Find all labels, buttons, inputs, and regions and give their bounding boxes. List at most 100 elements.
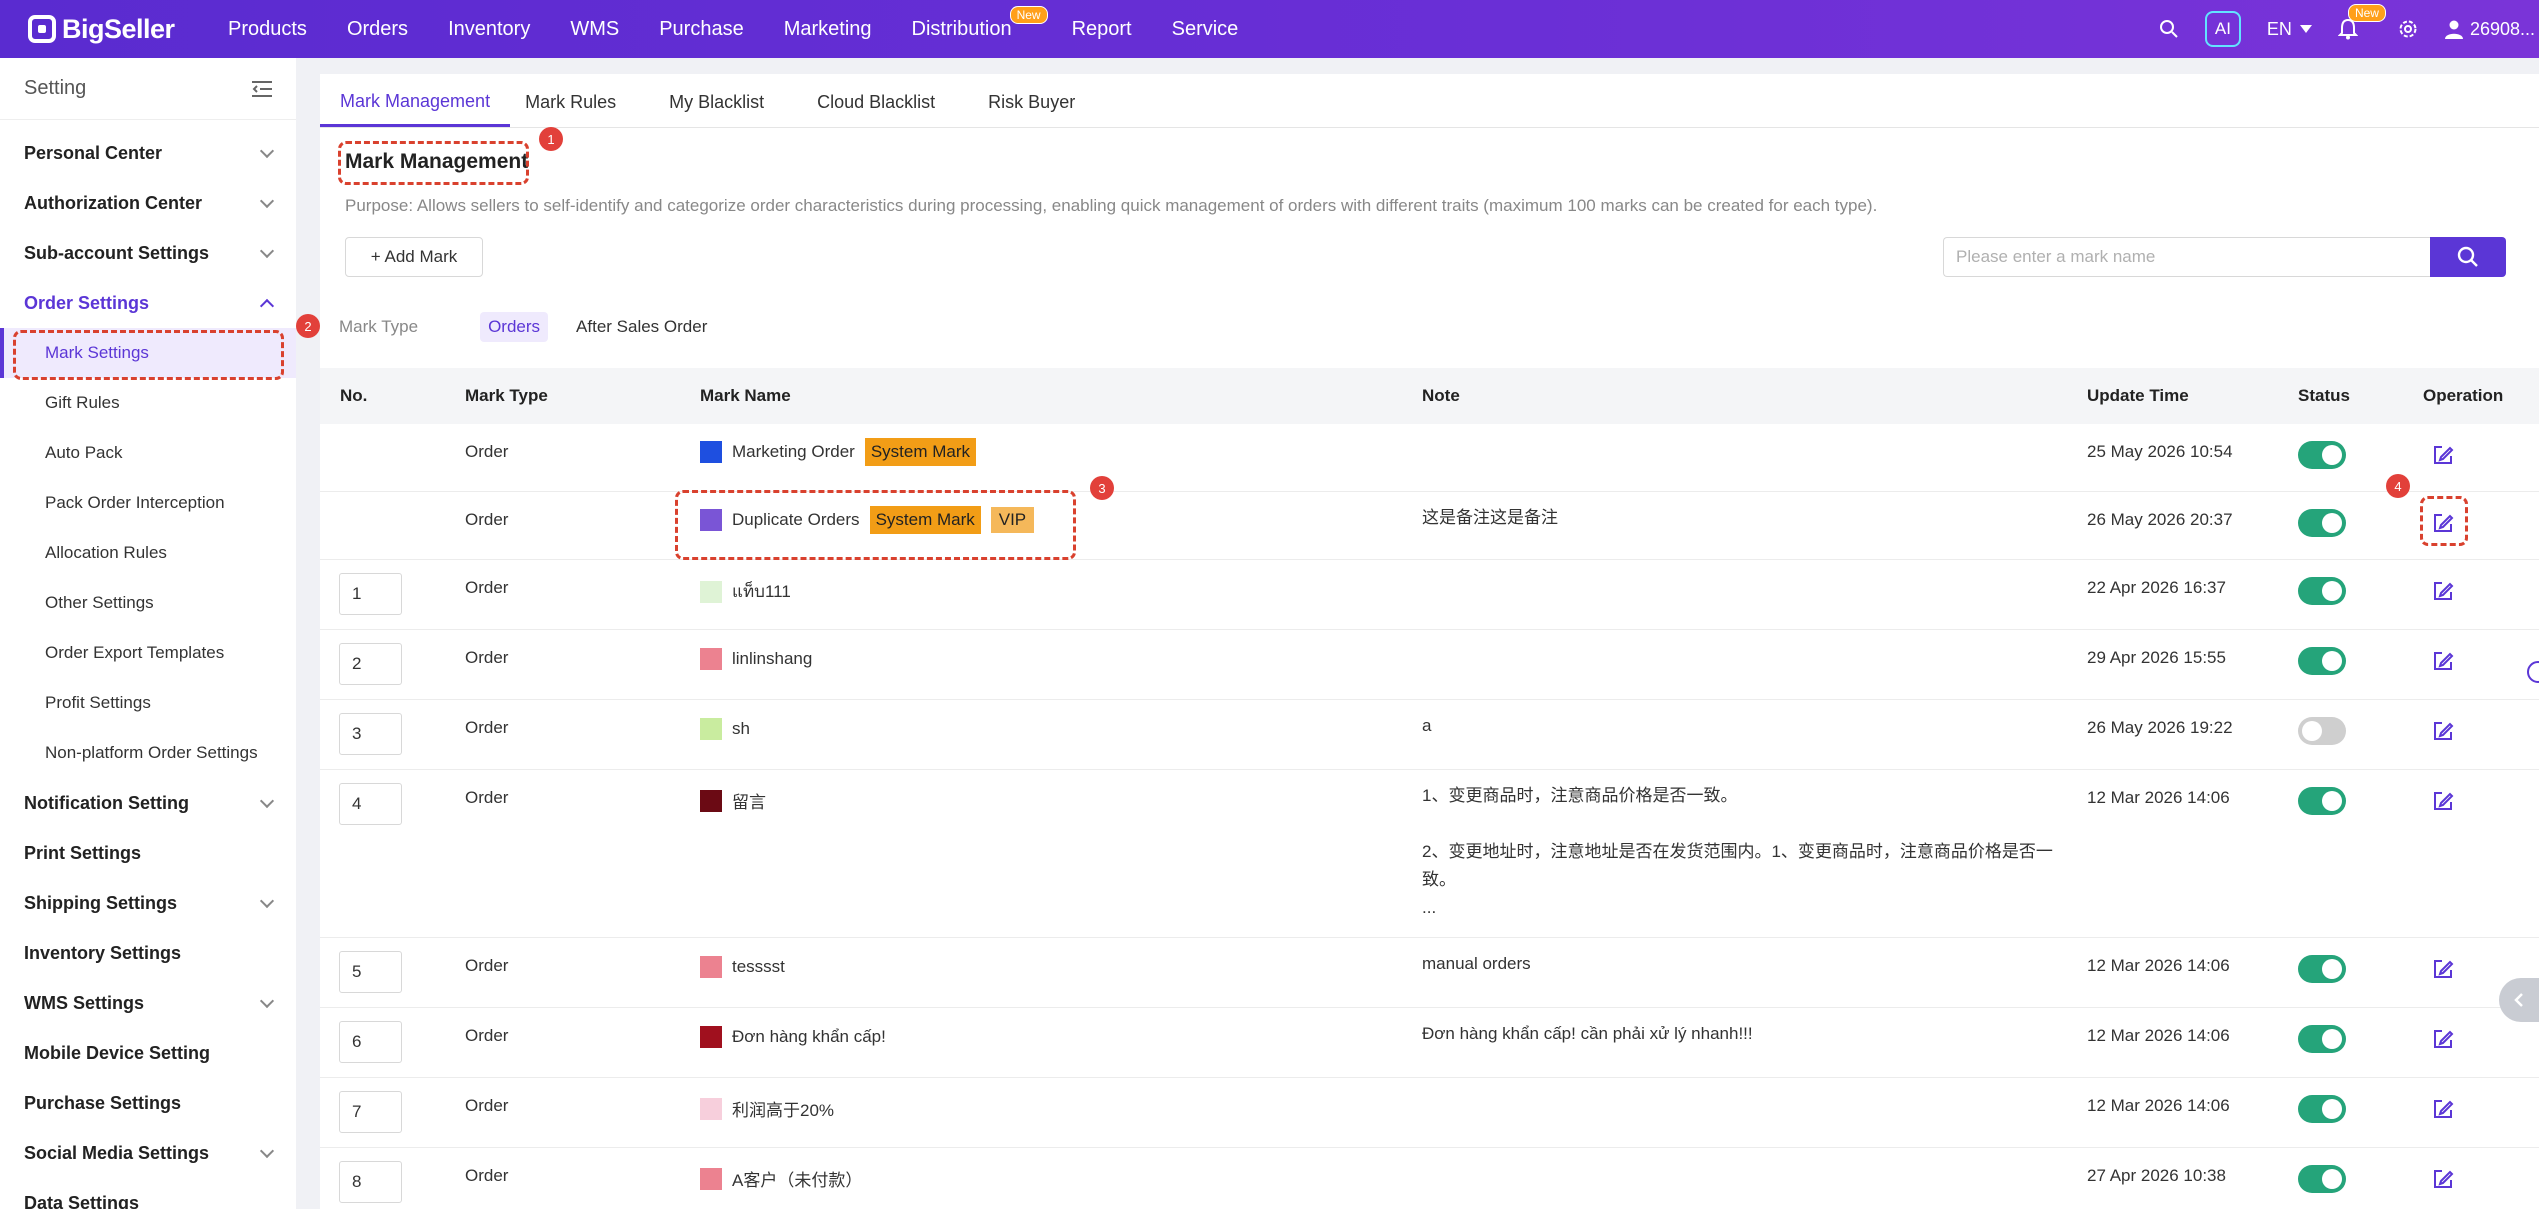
mark-name: linlinshang bbox=[732, 649, 813, 668]
mark-name-cell: 留言 bbox=[700, 788, 766, 813]
update-time-cell: 12 Mar 2026 14:06 bbox=[2087, 956, 2230, 975]
status-toggle[interactable] bbox=[2298, 1165, 2346, 1193]
collapse-side-panel-button[interactable] bbox=[2499, 978, 2539, 1022]
status-toggle[interactable] bbox=[2298, 577, 2346, 605]
sidebar-item-order-export-templates[interactable]: Order Export Templates bbox=[0, 628, 296, 678]
header-status: Status bbox=[2298, 386, 2350, 405]
status-toggle[interactable] bbox=[2298, 1095, 2346, 1123]
status-toggle[interactable] bbox=[2298, 787, 2346, 815]
sidebar-item-other-settings[interactable]: Other Settings bbox=[0, 578, 296, 628]
update-time-cell: 27 Apr 2026 10:38 bbox=[2087, 1166, 2226, 1185]
note-cell: a bbox=[1422, 716, 1432, 735]
status-toggle[interactable] bbox=[2298, 955, 2346, 983]
sidebar-group-order-settings[interactable]: Order Settings bbox=[0, 278, 296, 328]
chevron-up-icon bbox=[259, 298, 275, 313]
sidebar-group-label: Authorization Center bbox=[24, 192, 202, 213]
nav-inventory[interactable]: Inventory bbox=[448, 18, 530, 41]
caret-down-icon bbox=[2299, 25, 2312, 33]
settings-gear-icon[interactable] bbox=[2398, 19, 2418, 39]
tab-my-blacklist[interactable]: My Blacklist bbox=[669, 92, 782, 127]
sidebar-item-pack-order-interception[interactable]: Pack Order Interception bbox=[0, 478, 296, 528]
tab-bar: Mark Management Mark Rules My Blacklist Clo… bbox=[320, 74, 2539, 128]
note-cell: 1、变更商品时，注意商品价格是否一致。 2、变更地址时，注意地址是否在发货范围内… bbox=[1422, 786, 2053, 917]
sidebar-group-sub-account-settings[interactable]: Sub-account Settings bbox=[0, 228, 296, 278]
sidebar-item-gift-rules[interactable]: Gift Rules bbox=[0, 378, 296, 428]
search-icon bbox=[2457, 246, 2478, 267]
chevron-down-icon bbox=[259, 243, 275, 258]
status-toggle[interactable] bbox=[2298, 647, 2346, 675]
sidebar-group-social-media-settings[interactable]: Social Media Settings bbox=[0, 1128, 296, 1178]
edit-icon[interactable] bbox=[2432, 1168, 2454, 1190]
nav-orders[interactable]: Orders bbox=[347, 18, 408, 41]
tab-cloud-blacklist[interactable]: Cloud Blacklist bbox=[817, 92, 953, 127]
sort-number-input[interactable]: 3 bbox=[339, 713, 402, 755]
sort-number-input[interactable]: 5 bbox=[339, 951, 402, 993]
nav-products[interactable]: Products bbox=[228, 18, 307, 41]
nav-service[interactable]: Service bbox=[1172, 18, 1239, 41]
sidebar-group-wms-settings[interactable]: WMS Settings bbox=[0, 978, 296, 1028]
language-selector[interactable]: EN bbox=[2267, 19, 2312, 40]
sidebar-group-inventory-settings[interactable]: Inventory Settings bbox=[0, 928, 296, 978]
sidebar-item-non-platform-order-settings[interactable]: Non-platform Order Settings bbox=[0, 728, 296, 778]
sort-number-input[interactable]: 1 bbox=[339, 573, 402, 615]
sidebar-group-purchase-settings[interactable]: Purchase Settings bbox=[0, 1078, 296, 1128]
search-button[interactable] bbox=[2430, 237, 2506, 277]
sidebar-group-authorization-center[interactable]: Authorization Center bbox=[0, 178, 296, 228]
table-row: Order Marketing Order System Mark 25 May 20… bbox=[320, 424, 2539, 492]
tab-risk-buyer[interactable]: Risk Buyer bbox=[988, 92, 1093, 127]
ai-assistant-button[interactable]: AI bbox=[2204, 11, 2241, 47]
note-cell: 这是备注这是备注 bbox=[1422, 508, 1558, 527]
table-row: 4 Order 留言 1、变更商品时，注意商品价格是否一致。 2、变更地址时，注意地址… bbox=[320, 770, 2539, 938]
edit-icon[interactable] bbox=[2432, 790, 2454, 812]
sidebar-group-notification-setting[interactable]: Notification Setting bbox=[0, 778, 296, 828]
notification-bell-icon[interactable]: New bbox=[2337, 4, 2386, 40]
status-toggle[interactable] bbox=[2298, 509, 2346, 537]
nav-wms[interactable]: WMS bbox=[570, 18, 619, 41]
sort-number-input[interactable]: 8 bbox=[339, 1161, 402, 1203]
mark-name-search-input[interactable] bbox=[1943, 237, 2434, 277]
tab-mark-rules[interactable]: Mark Rules bbox=[525, 92, 634, 127]
sidebar-group-print-settings[interactable]: Print Settings bbox=[0, 828, 296, 878]
mark-name-cell: 利润高于20% bbox=[700, 1096, 834, 1121]
status-toggle[interactable] bbox=[2298, 717, 2346, 745]
edit-icon[interactable] bbox=[2432, 1028, 2454, 1050]
sidebar-item-profit-settings[interactable]: Profit Settings bbox=[0, 678, 296, 728]
edit-icon[interactable] bbox=[2432, 958, 2454, 980]
status-toggle[interactable] bbox=[2298, 441, 2346, 469]
sidebar-group-mobile-device-setting[interactable]: Mobile Device Setting bbox=[0, 1028, 296, 1078]
sort-number-input[interactable]: 7 bbox=[339, 1091, 402, 1133]
search-icon[interactable] bbox=[2159, 19, 2179, 39]
mark-type-cell: Order bbox=[465, 1096, 509, 1115]
sidebar-item-auto-pack[interactable]: Auto Pack bbox=[0, 428, 296, 478]
mark-type-cell: Order bbox=[465, 510, 509, 529]
annotation-box-1 bbox=[338, 141, 529, 185]
nav-purchase[interactable]: Purchase bbox=[659, 18, 744, 41]
add-mark-button[interactable]: + Add Mark bbox=[345, 237, 483, 277]
sidebar-item-allocation-rules[interactable]: Allocation Rules bbox=[0, 528, 296, 578]
header-mark-type: Mark Type bbox=[465, 386, 548, 405]
edit-icon[interactable] bbox=[2432, 444, 2454, 466]
sidebar-group-shipping-settings[interactable]: Shipping Settings bbox=[0, 878, 296, 928]
edit-icon[interactable] bbox=[2432, 580, 2454, 602]
sort-number-input[interactable]: 2 bbox=[339, 643, 402, 685]
sidebar-group-data-settings[interactable]: Data Settings bbox=[0, 1178, 296, 1209]
edit-icon[interactable] bbox=[2432, 650, 2454, 672]
sort-number-input[interactable]: 4 bbox=[339, 783, 402, 825]
mark-color-swatch bbox=[700, 789, 722, 812]
edit-icon[interactable] bbox=[2432, 1098, 2454, 1120]
tab-mark-management[interactable]: Mark Management bbox=[320, 91, 511, 127]
sidebar-group-personal-center[interactable]: Personal Center bbox=[0, 128, 296, 178]
nav-report[interactable]: Report bbox=[1072, 18, 1132, 41]
nav-distribution[interactable]: Distribution New bbox=[912, 5, 1048, 41]
bigseller-logo[interactable]: BigSeller bbox=[28, 14, 228, 45]
brand-name: BigSeller bbox=[62, 13, 175, 44]
sort-number-input[interactable]: 6 bbox=[339, 1021, 402, 1063]
user-account-menu[interactable]: 26908... bbox=[2444, 19, 2535, 40]
mark-type-orders[interactable]: Orders bbox=[480, 312, 549, 342]
table-row: 2 Order linlinshang 29 Apr 2026 15:55 bbox=[320, 630, 2539, 700]
mark-type-after-sales[interactable]: After Sales Order bbox=[568, 312, 715, 342]
edit-icon[interactable] bbox=[2432, 720, 2454, 742]
status-toggle[interactable] bbox=[2298, 1025, 2346, 1053]
nav-marketing[interactable]: Marketing bbox=[784, 18, 872, 41]
collapse-sidebar-icon[interactable] bbox=[252, 80, 272, 98]
